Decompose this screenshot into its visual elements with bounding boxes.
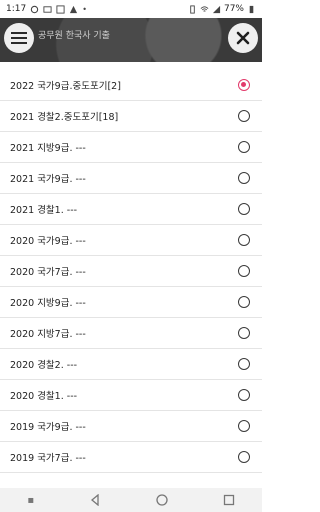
vibrate-icon bbox=[190, 4, 195, 14]
list-item-label: 2022 국가9급.중도포기[2] bbox=[10, 81, 121, 92]
radio-unselected[interactable] bbox=[238, 420, 250, 432]
list-item-label: 2020 국가7급. --- bbox=[10, 267, 86, 278]
list-item-label: 2021 지방9급. --- bbox=[10, 143, 86, 154]
app-header: 공무원 한국사 기출 bbox=[0, 18, 262, 62]
radio-unselected[interactable] bbox=[238, 327, 250, 339]
close-button[interactable] bbox=[228, 23, 258, 53]
list-item-label: 2020 지방9급. --- bbox=[10, 298, 86, 309]
more-dot-icon: • bbox=[82, 4, 87, 14]
list-item[interactable]: 2021 지방9급. --- bbox=[0, 132, 262, 163]
list-item-label: 2019 국가9급. --- bbox=[10, 422, 86, 433]
list-item[interactable]: 2020 국가9급. --- bbox=[0, 225, 262, 256]
list-item-label: 2020 경찰2. --- bbox=[10, 360, 78, 371]
close-icon bbox=[236, 31, 250, 45]
navigation-bar: ▪ bbox=[0, 488, 262, 512]
list-item-label: 2021 경찰1. --- bbox=[10, 205, 78, 216]
list-item-label: 2020 국가9급. --- bbox=[10, 236, 86, 247]
list-item[interactable]: 2020 지방9급. --- bbox=[0, 287, 262, 318]
recents-icon[interactable] bbox=[223, 494, 235, 506]
status-bar: 1:17 • 77% bbox=[0, 0, 262, 18]
radio-unselected[interactable] bbox=[238, 141, 250, 153]
list-item-label: 2021 국가9급. --- bbox=[10, 174, 86, 185]
warning-icon bbox=[70, 5, 78, 13]
radio-unselected[interactable] bbox=[238, 110, 250, 122]
list-item-label: 2021 경찰2.중도포기[18] bbox=[10, 112, 119, 123]
list-item[interactable]: 2020 경찰1. --- bbox=[0, 380, 262, 411]
status-time: 1:17 bbox=[6, 4, 27, 14]
exam-list: 2022 국가9급.중도포기[2] 2021 경찰2.중도포기[18] 2021 지… bbox=[0, 70, 262, 488]
radio-unselected[interactable] bbox=[238, 389, 250, 401]
list-item[interactable]: 2021 국가9급. --- bbox=[0, 163, 262, 194]
radio-unselected[interactable] bbox=[238, 451, 250, 463]
home-icon[interactable] bbox=[156, 494, 168, 506]
list-item-label: 2020 경찰1. --- bbox=[10, 391, 78, 402]
wifi-icon bbox=[200, 5, 209, 12]
list-item[interactable]: 2019 국가7급. --- bbox=[0, 442, 262, 473]
radio-unselected[interactable] bbox=[238, 172, 250, 184]
page-title: 공무원 한국사 기출 bbox=[38, 31, 110, 41]
list-item[interactable]: 2021 경찰1. --- bbox=[0, 194, 262, 225]
list-item[interactable]: 2020 국가7급. --- bbox=[0, 256, 262, 287]
battery-icon bbox=[249, 5, 254, 13]
radio-unselected[interactable] bbox=[238, 296, 250, 308]
radio-unselected[interactable] bbox=[238, 203, 250, 215]
radio-unselected[interactable] bbox=[238, 358, 250, 370]
back-icon[interactable] bbox=[89, 494, 101, 506]
menu-button[interactable] bbox=[4, 23, 34, 53]
list-item[interactable]: 2020 지방7급. --- bbox=[0, 318, 262, 349]
radio-selected[interactable] bbox=[238, 79, 250, 91]
image-icon bbox=[56, 4, 65, 14]
radio-unselected[interactable] bbox=[238, 234, 250, 246]
nav-menu-dot-icon[interactable]: ▪ bbox=[27, 495, 34, 506]
list-item-label: 2019 국가7급. --- bbox=[10, 453, 86, 464]
list-item[interactable]: 2021 경찰2.중도포기[18] bbox=[0, 101, 262, 132]
radio-unselected[interactable] bbox=[238, 265, 250, 277]
list-item-label: 2020 지방7급. --- bbox=[10, 329, 86, 340]
sync-icon bbox=[31, 5, 39, 13]
signal-icon bbox=[212, 5, 221, 13]
message-icon bbox=[43, 5, 52, 13]
battery-percent: 77% bbox=[223, 4, 244, 14]
hamburger-menu-icon bbox=[11, 32, 27, 44]
list-item[interactable]: 2022 국가9급.중도포기[2] bbox=[0, 70, 262, 101]
list-item[interactable]: 2020 경찰2. --- bbox=[0, 349, 262, 380]
list-item[interactable]: 2019 국가9급. --- bbox=[0, 411, 262, 442]
